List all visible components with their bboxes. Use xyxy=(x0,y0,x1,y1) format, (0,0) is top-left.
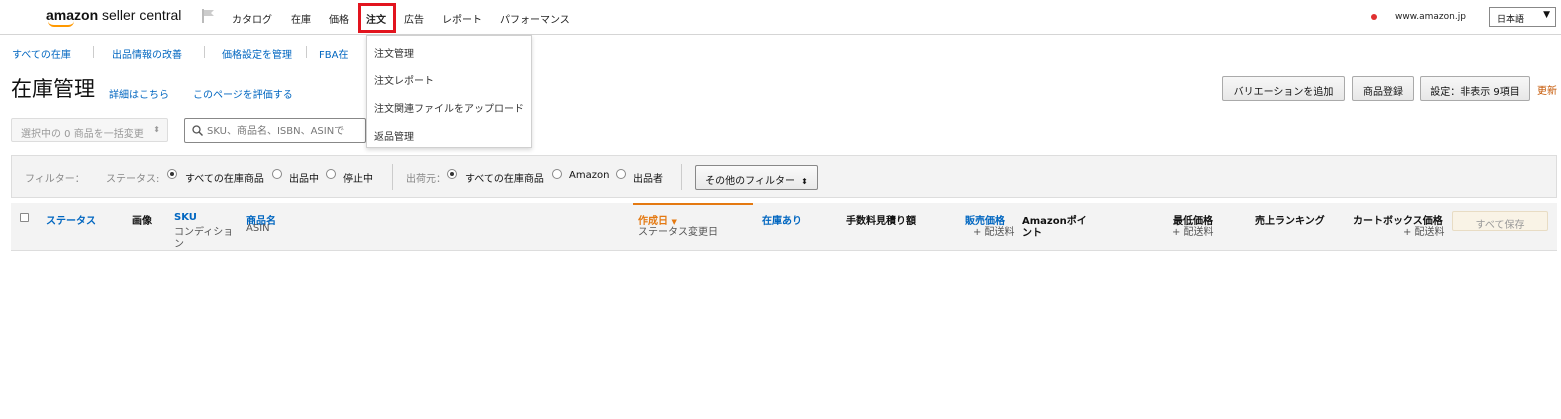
column-buybox-shipping: + 配送料 xyxy=(1403,227,1445,238)
column-fee-estimate: 手数料見積り額 xyxy=(846,216,916,227)
status-option-all[interactable]: すべての在庫商品 xyxy=(185,170,264,185)
search-input[interactable] xyxy=(207,123,362,139)
japan-flag-icon xyxy=(1371,14,1377,20)
status-radio-active[interactable] xyxy=(272,169,282,179)
subnav-improve-listings[interactable]: 出品情報の改善 xyxy=(112,46,182,61)
origin-option-all[interactable]: すべての在庫商品 xyxy=(465,170,544,185)
flag-icon[interactable] xyxy=(201,8,215,24)
subnav-divider xyxy=(306,46,307,58)
filter-label: フィルター： xyxy=(25,174,85,185)
origin-filter-label: 出荷元： xyxy=(406,174,446,185)
top-navigation-bar: amazon seller central カタログ 在庫 価格 注文 広告 レ… xyxy=(0,0,1561,35)
status-filter-label: ステータス: xyxy=(106,174,160,185)
search-box[interactable] xyxy=(184,118,366,143)
logo-seller-text: seller central xyxy=(98,7,182,23)
origin-radio-all[interactable] xyxy=(447,169,457,179)
nav-advertising[interactable]: 広告 xyxy=(404,11,424,26)
marketplace-site-link[interactable]: www.amazon.jp xyxy=(1395,12,1466,22)
settings-button[interactable]: 設定：非表示 9項目 xyxy=(1420,76,1530,101)
refresh-link[interactable]: 更新 xyxy=(1537,82,1557,97)
language-select[interactable]: 日本語 ▼ xyxy=(1489,7,1556,27)
subnav-all-inventory[interactable]: すべての在庫 xyxy=(12,46,71,61)
learn-more-link[interactable]: 詳細はこちら xyxy=(109,86,169,101)
origin-radio-amazon[interactable] xyxy=(552,169,562,179)
nav-orders[interactable]: 注文 xyxy=(366,11,386,26)
subnav-manage-pricing[interactable]: 価格設定を管理 xyxy=(222,46,292,61)
nav-inventory[interactable]: 在庫 xyxy=(291,11,311,26)
column-status[interactable]: ステータス xyxy=(46,212,96,227)
column-asin: ASIN xyxy=(246,223,270,234)
column-in-stock[interactable]: 在庫あり xyxy=(762,212,802,227)
subnav-divider xyxy=(204,46,205,58)
more-filters-label: その他のフィルター xyxy=(705,176,795,187)
column-sku[interactable]: SKU xyxy=(174,212,197,223)
language-value: 日本語 xyxy=(1497,15,1525,25)
bulk-action-label: 選択中の 0 商品を一括変更 xyxy=(21,129,144,140)
column-points-line2: ント xyxy=(1022,228,1042,239)
nav-reports[interactable]: レポート xyxy=(442,11,482,26)
menu-item-manage-returns[interactable]: 返品管理 xyxy=(374,128,414,143)
chevron-updown-icon: ⬍ xyxy=(153,125,160,134)
column-status-changed: ステータス変更日 xyxy=(638,227,718,238)
add-variation-button[interactable]: バリエーションを追加 xyxy=(1222,76,1345,101)
search-icon xyxy=(192,125,203,136)
more-filters-button[interactable]: その他のフィルター ⬍ xyxy=(695,165,818,190)
save-all-button[interactable]: すべて保存 xyxy=(1452,211,1548,231)
add-product-button[interactable]: 商品登録 xyxy=(1352,76,1414,101)
status-radio-all[interactable] xyxy=(167,169,177,179)
nav-performance[interactable]: パフォーマンス xyxy=(500,11,570,26)
column-lowest-shipping: + 配送料 xyxy=(1172,227,1214,238)
inventory-table-header: ステータス 画像 SKU コンディショ ン 商品名 ASIN 作成日 ▼ ステー… xyxy=(11,203,1557,251)
bulk-action-select[interactable]: 選択中の 0 商品を一括変更 ⬍ xyxy=(11,118,168,142)
column-image: 画像 xyxy=(132,216,152,227)
filter-divider xyxy=(681,164,682,190)
subnav-fba-inventory[interactable]: FBA在 xyxy=(319,46,348,61)
column-condition-line2: ン xyxy=(174,239,184,250)
menu-item-order-reports[interactable]: 注文レポート xyxy=(374,72,434,87)
rate-page-link[interactable]: このページを評価する xyxy=(193,86,293,101)
active-sort-indicator xyxy=(633,203,753,205)
status-option-inactive[interactable]: 停止中 xyxy=(343,170,373,185)
nav-pricing[interactable]: 価格 xyxy=(329,11,349,26)
menu-item-manage-orders[interactable]: 注文管理 xyxy=(374,45,414,60)
subnav-divider xyxy=(93,46,94,58)
status-option-active[interactable]: 出品中 xyxy=(289,170,319,185)
seller-central-logo[interactable]: amazon seller central xyxy=(46,7,182,27)
column-price-shipping: + 配送料 xyxy=(973,227,1015,238)
filter-bar: フィルター： ステータス: すべての在庫商品 出品中 停止中 出荷元： すべての… xyxy=(11,155,1557,198)
origin-option-merchant[interactable]: 出品者 xyxy=(633,170,663,185)
origin-option-amazon[interactable]: Amazon xyxy=(569,170,609,181)
menu-item-upload-order-files[interactable]: 注文関連ファイルをアップロード xyxy=(374,100,524,115)
filter-divider xyxy=(392,164,393,190)
page-title: 在庫管理 xyxy=(11,77,95,101)
nav-catalog[interactable]: カタログ xyxy=(232,11,272,26)
select-all-checkbox[interactable] xyxy=(20,213,29,222)
amazon-smile-icon xyxy=(48,21,74,27)
column-sales-rank: 売上ランキング xyxy=(1255,216,1325,227)
orders-dropdown-menu: 注文管理 注文レポート 注文関連ファイルをアップロード 返品管理 xyxy=(366,35,532,148)
chevron-updown-icon: ⬍ xyxy=(801,177,808,186)
chevron-down-icon: ▼ xyxy=(1543,10,1550,20)
status-radio-inactive[interactable] xyxy=(326,169,336,179)
origin-radio-merchant[interactable] xyxy=(616,169,626,179)
